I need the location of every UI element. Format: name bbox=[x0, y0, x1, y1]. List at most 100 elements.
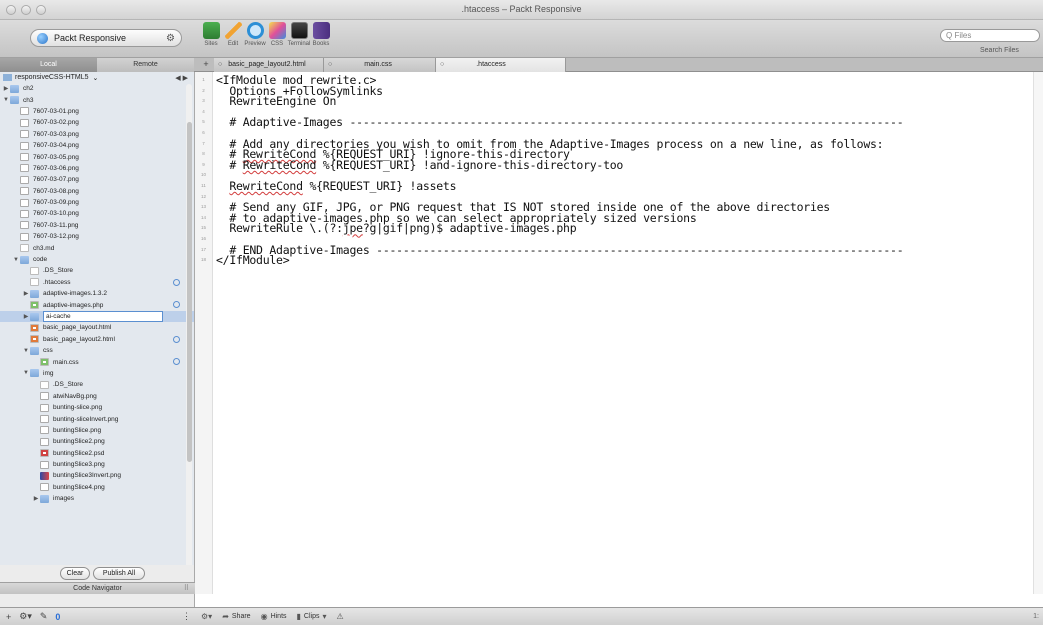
site-selector[interactable]: Packt Responsive ⚙ bbox=[30, 29, 182, 47]
line-number: 11 bbox=[201, 182, 206, 188]
tree-folder-item[interactable]: ▼ code bbox=[0, 254, 194, 265]
clear-button[interactable]: Clear bbox=[60, 567, 90, 580]
file-icon bbox=[20, 244, 29, 253]
path-selector[interactable]: responsiveCSS-HTML5 ⌄ ◀ ▶ bbox=[0, 72, 194, 83]
terminal-tool-button[interactable]: Terminal bbox=[288, 22, 310, 47]
preview-tool-button[interactable]: Preview bbox=[244, 22, 266, 47]
tree-file-item[interactable]: 7607-03-07.png bbox=[0, 174, 194, 185]
tree-file-item[interactable]: basic_page_layout.html bbox=[0, 322, 194, 333]
tree-folder-item[interactable]: ▼ img bbox=[0, 368, 194, 379]
doc-tab-basic-page-layout2[interactable]: ○ basic_page_layout2.html bbox=[214, 58, 324, 72]
tree-file-item[interactable]: 7607-03-10.png bbox=[0, 208, 194, 219]
tree-folder-item[interactable]: ▶ adaptive-images.1.3.2 bbox=[0, 288, 194, 299]
tree-folder-item[interactable]: ▶ ch2 bbox=[0, 83, 194, 94]
sidebar-scroll-thumb[interactable] bbox=[187, 122, 192, 462]
disclosure-open-icon[interactable]: ▼ bbox=[12, 257, 20, 263]
add-icon[interactable]: + bbox=[6, 612, 11, 622]
tree-file-item[interactable]: 7607-03-09.png bbox=[0, 197, 194, 208]
tree-file-item[interactable]: 7607-03-04.png bbox=[0, 140, 194, 151]
add-tab-button[interactable]: + bbox=[200, 58, 212, 72]
tree-folder-item[interactable]: ▼ ch3 bbox=[0, 94, 194, 105]
tab-local[interactable]: Local bbox=[0, 58, 97, 72]
sites-tool-button[interactable]: Sites bbox=[200, 22, 222, 47]
tree-item-label: bunting-slice.png bbox=[53, 404, 103, 412]
tree-file-item[interactable]: 7607-03-06.png bbox=[0, 163, 194, 174]
tree-folder-item[interactable]: ▶ ai-cache bbox=[0, 310, 194, 323]
tree-file-item[interactable]: .DS_Store bbox=[0, 265, 194, 276]
tree-file-item[interactable]: 7607-03-11.png bbox=[0, 220, 194, 231]
disclosure-closed-icon[interactable]: ▶ bbox=[22, 290, 30, 297]
code-navigator-header[interactable]: Code Navigator ⠿ bbox=[0, 582, 195, 594]
folder-icon bbox=[20, 255, 29, 264]
tree-folder-item[interactable]: ▼ css bbox=[0, 345, 194, 356]
share-label: Share bbox=[231, 613, 251, 620]
tree-file-item[interactable]: 7607-03-01.png bbox=[0, 106, 194, 117]
editor-scrollbar[interactable] bbox=[1033, 72, 1043, 594]
tree-file-item[interactable]: bunting-slice.png bbox=[0, 402, 194, 413]
info-icon[interactable]: 0 bbox=[55, 612, 60, 622]
tab-remote[interactable]: Remote bbox=[97, 58, 194, 72]
doc-tab-main-css[interactable]: ○ main.css bbox=[324, 58, 436, 72]
close-tab-icon[interactable]: ○ bbox=[440, 61, 444, 68]
tree-file-item[interactable]: buntingSlice2.png bbox=[0, 436, 194, 447]
share-button[interactable]: ➦ Share bbox=[222, 612, 250, 621]
gear-menu-icon[interactable]: ⚙▾ bbox=[19, 611, 32, 622]
tree-folder-item[interactable]: ▶ images bbox=[0, 493, 194, 504]
tree-file-item[interactable]: buntingSlice3Invert.png bbox=[0, 470, 194, 481]
chevron-down-icon: ⌄ bbox=[92, 74, 99, 82]
tree-item-label: 7607-03-06.png bbox=[33, 164, 79, 172]
warning-button[interactable]: ⚠ bbox=[337, 612, 344, 621]
gear-dropdown[interactable]: ⚙▾ bbox=[201, 612, 212, 621]
tab-strip: Local Remote + ○ basic_page_layout2.html … bbox=[0, 58, 1043, 72]
wrench-icon[interactable]: ✎ bbox=[40, 611, 48, 622]
tree-file-item[interactable]: 7607-03-08.png bbox=[0, 186, 194, 197]
hints-button[interactable]: ◉ Hints bbox=[261, 612, 287, 621]
folder-icon bbox=[10, 84, 19, 93]
tree-file-item[interactable]: buntingSlice2.psd bbox=[0, 448, 194, 459]
tree-item-label: basic_page_layout.html bbox=[43, 324, 112, 332]
warning-icon: ⚠ bbox=[336, 612, 344, 621]
close-tab-icon[interactable]: ○ bbox=[218, 61, 222, 68]
grip-icon[interactable]: ⋮ bbox=[182, 611, 191, 622]
publish-all-button[interactable]: Publish All bbox=[93, 567, 145, 580]
tree-file-item[interactable]: buntingSlice.png bbox=[0, 425, 194, 436]
clips-button[interactable]: ▮ Clips ▾ bbox=[297, 612, 327, 621]
tree-item-label: adaptive-images.1.3.2 bbox=[43, 290, 107, 298]
disclosure-open-icon[interactable]: ▼ bbox=[2, 97, 10, 103]
tree-file-item[interactable]: 7607-03-03.png bbox=[0, 129, 194, 140]
tree-item-label: buntingSlice3Invert.png bbox=[53, 472, 121, 480]
code-editor[interactable]: <IfModule mod_rewrite.c> Options +Follow… bbox=[216, 74, 1016, 590]
disclosure-closed-icon[interactable]: ▶ bbox=[32, 495, 40, 502]
books-tool-button[interactable]: Books bbox=[310, 22, 332, 47]
doc-tab-htaccess[interactable]: ○ .htaccess bbox=[436, 58, 566, 72]
css-tool-button[interactable]: CSS bbox=[266, 22, 288, 47]
tree-file-item[interactable]: 7607-03-05.png bbox=[0, 151, 194, 162]
disclosure-closed-icon[interactable]: ▶ bbox=[22, 313, 30, 320]
file-icon bbox=[40, 460, 49, 469]
tree-item-label: bunting-sliceInvert.png bbox=[53, 415, 119, 423]
close-tab-icon[interactable]: ○ bbox=[328, 61, 332, 68]
tree-file-item[interactable]: buntingSlice4.png bbox=[0, 482, 194, 493]
gear-icon[interactable]: ⚙ bbox=[166, 33, 175, 44]
disclosure-open-icon[interactable]: ▼ bbox=[22, 348, 30, 354]
tree-file-item[interactable]: main.css bbox=[0, 356, 194, 367]
disclosure-open-icon[interactable]: ▼ bbox=[22, 370, 30, 376]
tree-file-item[interactable]: atwiNavBg.png bbox=[0, 391, 194, 402]
tree-file-item[interactable]: basic_page_layout2.html bbox=[0, 334, 194, 345]
tree-file-item[interactable]: adaptive-images.php bbox=[0, 299, 194, 310]
disclosure-closed-icon[interactable]: ▶ bbox=[2, 85, 10, 92]
sidebar-actions: Clear Publish All Code Navigator ⠿ bbox=[0, 565, 195, 595]
file-icon bbox=[40, 380, 49, 389]
tree-file-item[interactable]: buntingSlice3.png bbox=[0, 459, 194, 470]
open-document-badge-icon bbox=[173, 335, 180, 343]
tree-file-item[interactable]: .DS_Store bbox=[0, 379, 194, 390]
edit-tool-button[interactable]: Edit bbox=[222, 22, 244, 47]
nav-arrows[interactable]: ◀ ▶ bbox=[175, 74, 188, 82]
tree-file-item[interactable]: 7607-03-12.png bbox=[0, 231, 194, 242]
tree-file-item[interactable]: bunting-sliceInvert.png bbox=[0, 413, 194, 424]
tree-file-item[interactable]: .htaccess bbox=[0, 277, 194, 288]
tree-file-item[interactable]: ch3.md bbox=[0, 242, 194, 253]
search-files-input[interactable]: Q Files bbox=[940, 29, 1040, 42]
file-icon bbox=[20, 164, 29, 173]
tree-file-item[interactable]: 7607-03-02.png bbox=[0, 117, 194, 128]
